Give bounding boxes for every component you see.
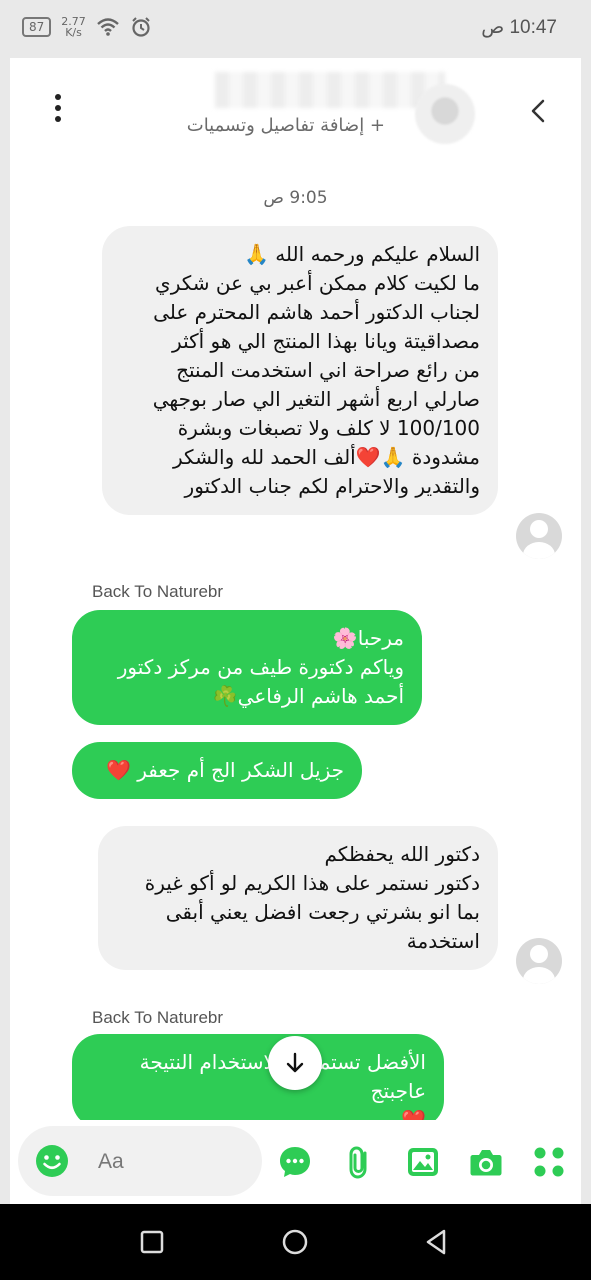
camera-icon[interactable] xyxy=(468,1144,504,1180)
contact-name-redacted xyxy=(215,72,445,108)
outgoing-message[interactable]: جزيل الشكر الج أم جعفر ❤️ xyxy=(72,742,362,799)
scroll-down-icon xyxy=(286,1052,304,1073)
sender-name: Back To Naturebr xyxy=(92,582,224,601)
scroll-down-button[interactable] xyxy=(268,1036,322,1090)
wifi-icon xyxy=(96,18,119,36)
back-chevron-icon[interactable] xyxy=(525,96,553,126)
more-options-icon[interactable] xyxy=(46,94,70,128)
status-bar: 87 2.77 K/s 10:47 ص xyxy=(0,0,591,58)
chat-bubble-icon[interactable] xyxy=(277,1144,313,1180)
image-icon[interactable] xyxy=(405,1144,441,1180)
alarm-icon xyxy=(132,17,150,37)
messenger-chat-screen: + إضافة تفاصيل وتسميات 9:05 ص السلام علي… xyxy=(10,58,581,1204)
apps-grid-icon[interactable] xyxy=(531,1144,567,1180)
network-speed-unit: K/s xyxy=(65,26,82,39)
message-input[interactable]: Aa xyxy=(18,1126,262,1196)
system-navigation-bar xyxy=(0,1204,591,1280)
contact-avatar-header[interactable] xyxy=(415,84,475,144)
network-speed: 2.77 K/s xyxy=(61,16,86,38)
add-details-link[interactable]: + إضافة تفاصيل وتسميات xyxy=(187,115,385,136)
chat-header: + إضافة تفاصيل وتسميات xyxy=(10,58,581,168)
message-timestamp: 9:05 ص xyxy=(263,188,328,208)
message-composer: Aa xyxy=(10,1120,581,1204)
contact-avatar[interactable] xyxy=(516,513,562,559)
emoji-icon[interactable] xyxy=(34,1143,70,1179)
back-nav-icon[interactable] xyxy=(424,1229,448,1255)
incoming-message[interactable]: السلام عليكم ورحمه الله 🙏 ما لكيت كلام م… xyxy=(102,226,498,515)
message-list[interactable]: 9:05 ص السلام عليكم ورحمه الله 🙏 ما لكيت… xyxy=(10,168,581,1128)
clock: 10:47 ص xyxy=(481,17,557,38)
recents-icon[interactable] xyxy=(140,1230,164,1254)
attachment-icon[interactable] xyxy=(342,1144,378,1180)
incoming-message[interactable]: دكتور الله يحفظكم دكتور نستمر على هذا ال… xyxy=(98,826,498,970)
home-icon[interactable] xyxy=(282,1229,308,1255)
sender-name: Back To Naturebr xyxy=(92,1008,224,1027)
battery-indicator: 87 xyxy=(22,17,52,37)
message-input-placeholder: Aa xyxy=(98,1150,124,1173)
contact-avatar[interactable] xyxy=(516,938,562,984)
outgoing-message[interactable]: الأفضل تستمري بالاستخدام النتيجة عاجبتج … xyxy=(72,1034,444,1128)
outgoing-message[interactable]: مرحبا🌸 وياكم دكتورة طيف من مركز دكتور أح… xyxy=(72,610,422,725)
